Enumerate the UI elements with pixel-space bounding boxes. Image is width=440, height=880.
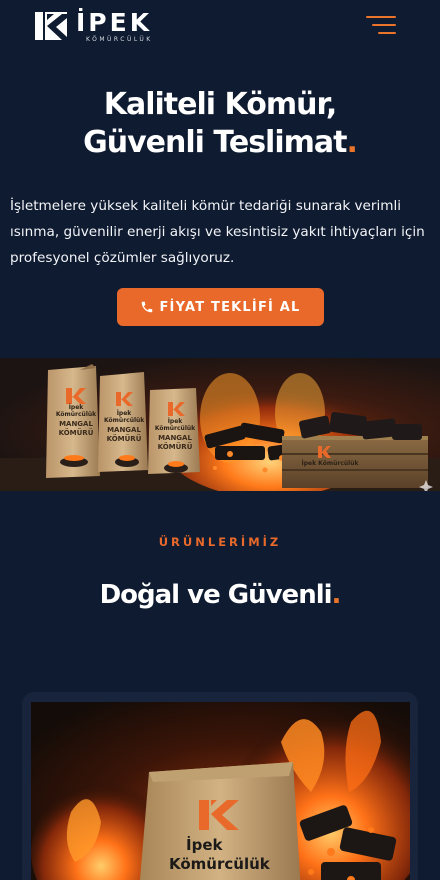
logo-mark-icon: [35, 12, 67, 40]
section-label-products: ÜRÜNLERİMİZ: [158, 535, 282, 549]
product-bag-brand-line-1: İpek: [186, 836, 223, 854]
hero-title-line-1: Kaliteli Kömür,: [103, 87, 338, 122]
hero-title: Kaliteli Kömür, Güvenli Teslimat.: [20, 86, 420, 162]
hero-banner-image: İpek Kömürcülük MANGAL KÖMÜRÜ İpek Kömür…: [0, 358, 440, 491]
product-card-image: İpek Kömürcülük: [31, 702, 410, 880]
product-bag-brand-line-2: Kömürcülük: [169, 855, 270, 873]
charcoal-crate: [282, 411, 428, 488]
bag-1-text: MANGAL KÖMÜRÜ: [58, 420, 94, 437]
bag-1-brand: İpek Kömürcülük: [55, 404, 97, 418]
hero-title-line-2-text: Güvenli Teslimat: [83, 125, 347, 160]
crate-brand: İpek Kömürcülük: [301, 460, 359, 467]
hamburger-menu-icon[interactable]: [362, 12, 398, 38]
bag-2-brand: İpek Kömürcülük: [104, 410, 145, 424]
bag-3-text: MANGAL KÖMÜRÜ: [157, 434, 193, 451]
logo-wordmark: İPEK: [76, 8, 153, 37]
section-title: Doğal ve Güvenli.: [0, 580, 440, 610]
hero-title-line-2: Güvenli Teslimat.: [20, 124, 420, 162]
phone-icon: [142, 301, 153, 313]
site-header: İPEK KÖMÜRCÜLÜK: [0, 0, 440, 58]
accent-dot: .: [331, 580, 342, 610]
get-quote-label: FİYAT TEKLİFİ AL: [159, 299, 301, 315]
bag-2-text: MANGAL KÖMÜRÜ: [106, 426, 142, 443]
get-quote-button[interactable]: FİYAT TEKLİFİ AL: [117, 288, 324, 326]
logo-tagline: KÖMÜRCÜLÜK: [86, 36, 153, 43]
hero-description: İşletmelere yüksek kaliteli kömür tedari…: [10, 198, 425, 266]
bag-3-brand: İpek Kömürcülük: [154, 418, 196, 432]
accent-dot: .: [346, 125, 357, 160]
brand-logo[interactable]: İPEK KÖMÜRCÜLÜK: [34, 8, 186, 46]
section-title-text: Doğal ve Güvenli: [99, 580, 333, 610]
